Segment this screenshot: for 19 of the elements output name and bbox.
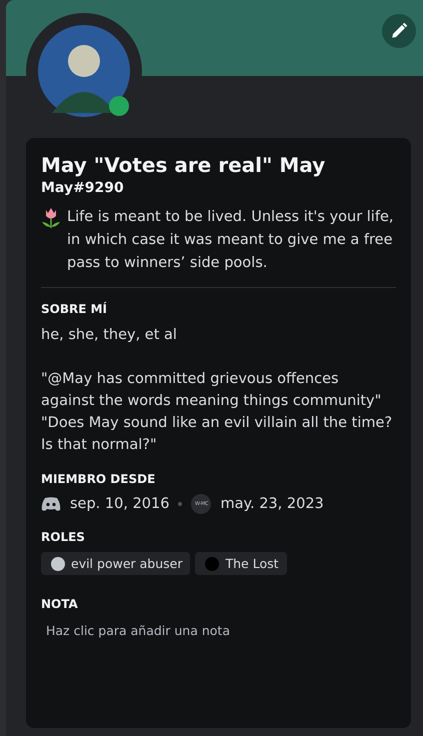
role-name: evil power abuser (71, 556, 182, 571)
note-field[interactable]: Haz clic para añadir una nota (41, 619, 396, 642)
section-heading: SOBRE MÍ (41, 302, 108, 316)
tulip-icon (41, 207, 61, 229)
section-heading: NOTA (41, 597, 79, 611)
avatar-icon (38, 25, 130, 117)
about-text: "@May has committed grievous offences against the words meaning things community" "Does May sound like an evil villain all the time? Is that normal?" (41, 370, 394, 455)
section-heading: MIEMBRO DESDE (41, 472, 156, 486)
about-text: he, she, they, et al (41, 326, 178, 345)
controller-icon (41, 496, 61, 512)
join-date: may. 23, 2023 (220, 496, 324, 512)
username: May#9290 (41, 180, 125, 196)
display-name: May "Votes are real" May (41, 152, 326, 178)
section-heading: ROLES (41, 530, 86, 544)
bio-text: Life is meant to be lived. Unless it's your life, in which case it was meant to give me a free pass to winners’ side pools. (67, 208, 394, 273)
edit-button[interactable] (382, 14, 416, 48)
role-name: The Lost (225, 556, 279, 571)
join-date: sep. 10, 2016 (70, 496, 170, 512)
pencil-icon (390, 22, 408, 40)
